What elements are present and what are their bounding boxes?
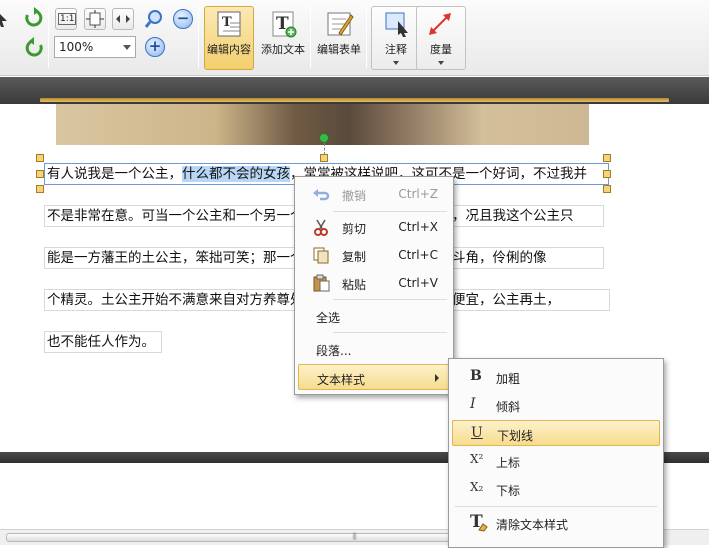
eraser-icon — [478, 523, 488, 532]
superscript-icon: X² — [470, 452, 484, 466]
resize-handle[interactable] — [36, 170, 44, 178]
menu-item-label: 复制 — [342, 250, 367, 264]
subscript-icon: X₂ — [470, 480, 484, 494]
page-top-edge — [40, 98, 669, 102]
actual-size-button[interactable]: 1:1 — [55, 8, 77, 30]
menu-item-italic[interactable]: I 倾斜 — [452, 392, 660, 418]
menu-item-label: 剪切 — [342, 222, 367, 236]
menu-item-label: 清除文本样式 — [496, 518, 569, 532]
menu-item-clear-text-style[interactable]: T 清除文本样式 — [452, 510, 660, 536]
zoom-out-icon[interactable]: − — [173, 9, 193, 29]
document-header-bar — [0, 77, 709, 104]
text-line-5[interactable]: 也不能任人作为。 — [44, 331, 162, 353]
menu-item-undo[interactable]: 撤销 Ctrl+Z — [298, 181, 450, 207]
paste-icon — [313, 274, 330, 292]
rotate-clockwise-button[interactable] — [22, 6, 46, 30]
zoom-combobox[interactable]: 100% — [54, 36, 136, 58]
menu-item-label: 下标 — [496, 484, 521, 498]
chevron-right-icon — [435, 374, 439, 382]
menu-item-shortcut: Ctrl+Z — [398, 187, 438, 201]
fit-page-button[interactable] — [84, 8, 106, 30]
menu-item-label: 文本样式 — [317, 373, 366, 387]
edit-content-label: 编辑内容 — [207, 43, 251, 56]
fit-width-icon — [116, 15, 130, 23]
text-style-submenu: B 加粗 I 倾斜 U 下划线 X² 上标 X₂ 下标 T 清除文本样式 — [448, 358, 664, 548]
menu-item-select-all[interactable]: 全选 — [298, 303, 450, 329]
undo-icon — [313, 189, 330, 201]
rotate-cw-icon — [25, 7, 43, 27]
menu-item-label: 全选 — [316, 311, 341, 325]
pointer-icon — [0, 14, 7, 27]
measure-dropdown-button[interactable]: 度量 — [416, 6, 466, 70]
fit-page-icon — [86, 10, 104, 28]
resize-handle[interactable] — [603, 154, 611, 162]
add-text-button[interactable]: T 添加文本 — [258, 6, 308, 70]
annotate-icon — [385, 12, 408, 37]
scissors-icon — [314, 219, 328, 236]
measure-icon — [429, 13, 451, 35]
edit-form-icon — [327, 12, 354, 36]
resize-handle[interactable] — [36, 154, 44, 162]
copy-icon — [313, 247, 329, 264]
rotate-ccw-icon — [25, 37, 43, 57]
italic-icon: I — [470, 396, 476, 412]
menu-item-label: 段落... — [316, 344, 352, 358]
menu-item-cut[interactable]: 剪切 Ctrl+X — [298, 214, 450, 240]
edit-content-button[interactable]: T 编辑内容 — [204, 6, 254, 70]
menu-item-label: 上标 — [496, 456, 521, 470]
chevron-down-icon[interactable] — [119, 37, 135, 57]
add-text-icon: T — [272, 11, 297, 38]
measure-label: 度量 — [430, 43, 452, 56]
menu-item-label: 倾斜 — [496, 400, 521, 414]
menu-item-bold[interactable]: B 加粗 — [452, 364, 660, 390]
menu-item-superscript[interactable]: X² 上标 — [452, 448, 660, 474]
text-run: 也不能任人作为。 — [47, 334, 155, 350]
menu-item-subscript[interactable]: X₂ 下标 — [452, 476, 660, 502]
menu-item-label: 下划线 — [497, 429, 534, 443]
menu-item-shortcut: Ctrl+V — [398, 276, 438, 290]
rotate-handle[interactable] — [319, 133, 329, 143]
resize-handle[interactable] — [603, 185, 611, 193]
resize-handle[interactable] — [603, 170, 611, 178]
resize-handle[interactable] — [36, 185, 44, 193]
edit-form-button[interactable]: 编辑表单 — [314, 6, 364, 70]
text-run: 有人说我是一个公主， — [47, 166, 182, 182]
zoom-tool-button[interactable] — [142, 6, 166, 30]
grip-icon: ||| — [352, 532, 357, 540]
menu-item-shortcut: Ctrl+X — [398, 220, 438, 234]
menu-item-paragraph[interactable]: 段落... — [298, 336, 450, 362]
magnifier-icon — [144, 10, 162, 28]
chevron-down-icon — [438, 61, 444, 65]
menu-item-label: 粘贴 — [342, 278, 367, 292]
chevron-down-icon — [393, 61, 399, 65]
underline-icon: U — [471, 425, 483, 441]
context-menu: 撤销 Ctrl+Z 剪切 Ctrl+X 复制 Ctrl+C 粘贴 Ctrl+V … — [294, 176, 454, 395]
menu-item-shortcut: Ctrl+C — [398, 248, 438, 262]
menu-item-label: 撤销 — [342, 189, 367, 203]
fit-width-button[interactable] — [112, 8, 134, 30]
selected-text: 什么都不会的女孩 — [182, 166, 290, 182]
bold-icon: B — [470, 368, 482, 384]
menu-item-label: 加粗 — [496, 372, 521, 386]
menu-item-underline[interactable]: U 下划线 — [452, 420, 660, 446]
rotate-counterclockwise-button[interactable] — [22, 36, 46, 60]
zoom-in-icon[interactable]: + — [145, 37, 165, 57]
edit-form-label: 编辑表单 — [317, 43, 361, 56]
resize-handle[interactable] — [320, 154, 328, 162]
select-tool-button[interactable] — [0, 8, 10, 30]
menu-item-paste[interactable]: 粘贴 Ctrl+V — [298, 270, 450, 296]
edit-content-icon: T — [217, 11, 241, 37]
zoom-value: 100% — [59, 40, 94, 54]
add-text-label: 添加文本 — [261, 43, 305, 56]
actual-size-icon: 1:1 — [58, 13, 77, 25]
annotate-dropdown-button[interactable]: 注释 — [371, 6, 421, 70]
menu-item-copy[interactable]: 复制 Ctrl+C — [298, 242, 450, 268]
main-toolbar: 1:1 100% − + T 编辑内容 T 添加文本 编辑表单 注释 度量 — [0, 0, 709, 76]
menu-item-text-style[interactable]: 文本样式 — [298, 364, 450, 390]
